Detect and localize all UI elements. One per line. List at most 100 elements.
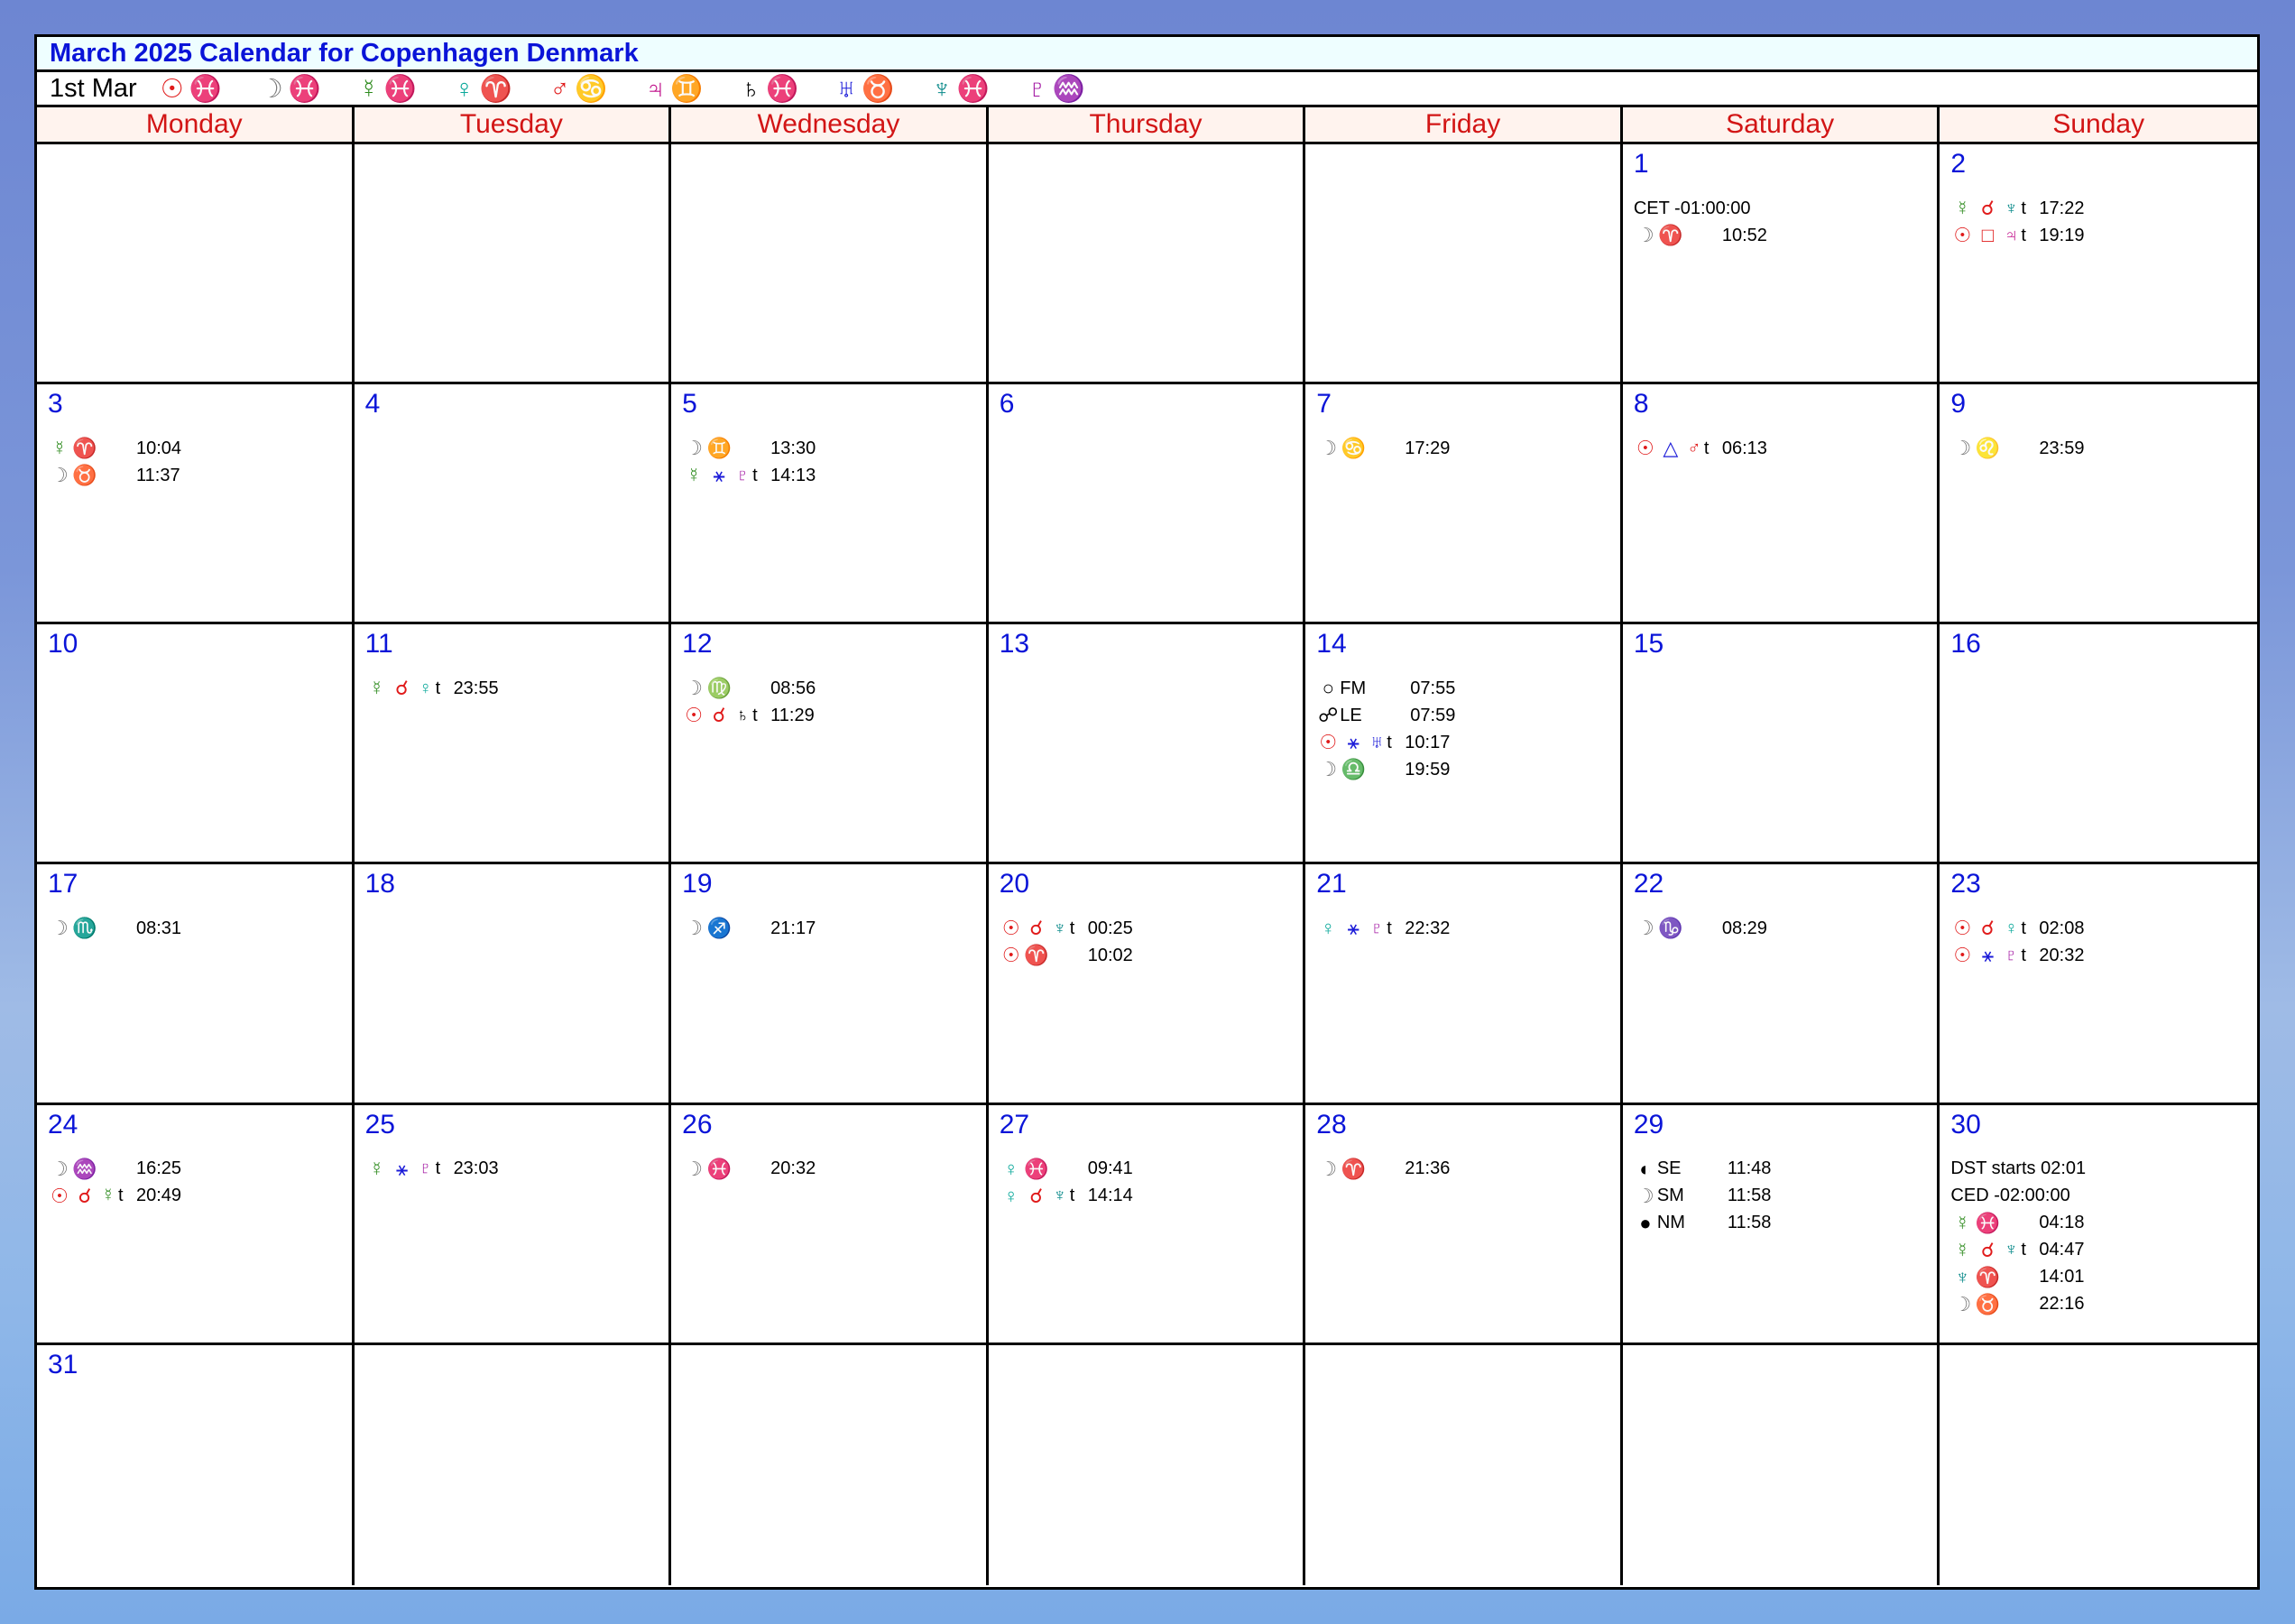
- day-cell-28[interactable]: 28 ☽ ♈ 21:36: [1305, 1104, 1623, 1345]
- day-cell-12[interactable]: 12 ☽ ♍ 08:56 ☉ ☌ ♄ t 11:29: [671, 624, 989, 865]
- target-glyph: ♇: [735, 465, 750, 485]
- aspect-glyph: ♋: [1341, 437, 1366, 460]
- day-cell-19[interactable]: 19 ☽ ♐ 21:17: [671, 864, 989, 1105]
- event-time: 08:56: [770, 678, 816, 698]
- body-glyph: ☿: [369, 1157, 384, 1180]
- body-glyph: ♀: [1321, 917, 1336, 940]
- day-number: 1: [1633, 149, 1649, 179]
- day-cell-9[interactable]: 9 ☽ ♌ 23:59: [1940, 384, 2257, 625]
- aspect-glyph: ♏: [72, 917, 97, 940]
- day-cell-31[interactable]: 31: [37, 1344, 355, 1585]
- event-list: ☉ ☌ ♆ t 00:25 ☉ ♈ 10:02: [1000, 915, 1304, 969]
- day-cell-22[interactable]: 22 ☽ ♑ 08:29: [1622, 864, 1940, 1105]
- event-list: ○ FM 07:55 ☍ LE 07:59 ☉ ⚹ ♅ t 10:17 ☽ ♎ 19:59: [1316, 675, 1620, 783]
- weekday-thursday: Thursday: [989, 107, 1306, 142]
- day-cell-10[interactable]: 10: [37, 624, 355, 865]
- weekday-friday: Friday: [1305, 107, 1623, 142]
- planet-position: ♂♋: [549, 74, 613, 104]
- event-text: CED -02:00:00: [1950, 1186, 2070, 1206]
- event-row: ☿ ⚹ ♇ t 14:13: [682, 462, 986, 489]
- planet-position: ♄♓: [741, 74, 805, 104]
- aspect-glyph: ♍: [706, 677, 732, 700]
- day-number: 17: [48, 869, 78, 900]
- target-glyph: ♇: [419, 1158, 433, 1179]
- day-number: 21: [1316, 869, 1347, 900]
- event-list: ☿ ☌ ♀ t 23:55: [365, 675, 669, 702]
- body-glyph: ☿: [1955, 1238, 1970, 1261]
- event-time: 10:02: [1087, 945, 1133, 965]
- planet-positions: ☉♓ ☽♓ ☿♓ ♀♈ ♂♋ ♃♊ ♄♓ ♅♉ ♆♓ ♇♒: [161, 73, 1123, 105]
- day-cell-4[interactable]: 4: [354, 384, 672, 625]
- day-cell-11[interactable]: 11 ☿ ☌ ♀ t 23:55: [354, 624, 672, 865]
- day-cell-27[interactable]: 27 ♀ ♓ 09:41 ♀ ☌ ♆ t 14:14: [988, 1104, 1306, 1345]
- day-number: 6: [999, 389, 1015, 420]
- day-cell-21[interactable]: 21 ♀ ⚹ ♇ t 22:32: [1305, 864, 1623, 1105]
- event-text: CET -01:00:00: [1633, 198, 1751, 218]
- event-time: 08:31: [136, 918, 182, 938]
- day-cell-17[interactable]: 17 ☽ ♏ 08:31: [37, 864, 355, 1105]
- day-cell-25[interactable]: 25 ☿ ⚹ ♇ t 23:03: [354, 1104, 672, 1345]
- day-cell-24[interactable]: 24 ☽ ♒ 16:25 ☉ ☌ ☿ t 20:49: [37, 1104, 355, 1345]
- event-row: ☽ ♐ 21:17: [682, 915, 986, 942]
- event-row: CED -02:00:00: [1950, 1183, 2257, 1210]
- day-number: 16: [1950, 629, 1981, 660]
- aspect-glyph: ☌: [395, 677, 409, 700]
- event-list: ☿ ♈ 10:04 ☽ ♉ 11:37: [48, 435, 352, 489]
- empty-day-cell: [355, 1344, 672, 1585]
- day-cell-14[interactable]: 14 ○ FM 07:55 ☍ LE 07:59 ☉ ⚹ ♅ t 10:17 ☽ ♎ 19:59: [1305, 624, 1623, 865]
- event-time: 11:58: [1727, 1213, 1772, 1233]
- body-glyph: ☉: [1319, 731, 1338, 754]
- day-cell-1[interactable]: 1 CET -01:00:00 ☽ ♈ 10:52: [1622, 144, 1940, 385]
- target-glyph: ♆: [1053, 1186, 1067, 1206]
- event-time: 13:30: [770, 438, 816, 458]
- target-glyph: ♀: [419, 678, 433, 698]
- day-cell-16[interactable]: 16: [1940, 624, 2257, 865]
- day-cell-3[interactable]: 3 ☿ ♈ 10:04 ☽ ♉ 11:37: [37, 384, 355, 625]
- day-cell-7[interactable]: 7 ☽ ♋ 17:29: [1305, 384, 1623, 625]
- day-number: 29: [1633, 1109, 1664, 1140]
- event-row: ☉ ☌ ☿ t 20:49: [48, 1183, 352, 1210]
- body-glyph: ☿: [686, 464, 702, 487]
- aspect-glyph: ⚹: [395, 1157, 409, 1180]
- day-cell-18[interactable]: 18: [354, 864, 672, 1105]
- empty-day-cell: [988, 144, 1306, 385]
- day-cell-8[interactable]: 8 ☉ △ ♂ t 06:13: [1622, 384, 1940, 625]
- aspect-glyph: ♊: [706, 437, 732, 460]
- aspect-glyph: ☌: [1029, 917, 1044, 940]
- day-cell-29[interactable]: 29 ◐ SE 11:48 ☽ SM 11:58 ● NM 11:58: [1622, 1104, 1940, 1345]
- day-cell-30[interactable]: 30 DST starts 02:01 CED -02:00:00 ☿ ♓ 04:18 ☿ ☌…: [1940, 1105, 2257, 1345]
- body-glyph: ◐: [1639, 1157, 1652, 1180]
- event-time: 19:19: [2039, 225, 2085, 245]
- body-glyph: ☽: [1636, 917, 1654, 940]
- day-number: 15: [1633, 629, 1664, 660]
- event-label: NM: [1656, 1213, 1685, 1233]
- target-glyph: ♀: [2004, 918, 2018, 938]
- event-row: ☿ ♈ 10:04: [48, 435, 352, 462]
- day-cell-23[interactable]: 23 ☉ ☌ ♀ t 02:08 ☉ ⚹ ♇ t 20:32: [1940, 864, 2257, 1105]
- event-row: ♆ ♈ 14:01: [1950, 1264, 2257, 1291]
- event-time: 21:17: [770, 918, 816, 938]
- day-cell-26[interactable]: 26 ☽ ♓ 20:32: [671, 1104, 989, 1345]
- day-cell-15[interactable]: 15: [1622, 624, 1940, 865]
- event-list: ☉ △ ♂ t 06:13: [1634, 435, 1938, 462]
- aspect-glyph: ☌: [78, 1184, 92, 1207]
- transit-marker: t: [1069, 1186, 1075, 1206]
- aspect-glyph: ♌: [1975, 437, 2001, 460]
- body-glyph: ☉: [1636, 437, 1654, 460]
- event-time: 00:25: [1087, 918, 1133, 938]
- aspect-glyph: ☌: [1029, 1184, 1044, 1207]
- event-row: ☽ ♏ 08:31: [48, 915, 352, 942]
- day-cell-6[interactable]: 6: [988, 384, 1306, 625]
- day-cell-20[interactable]: 20 ☉ ☌ ♆ t 00:25 ☉ ♈ 10:02: [988, 864, 1306, 1105]
- day-cell-2[interactable]: 2 ☿ ☌ ♆ t 17:22 ☉ □ ♃ t 19:19: [1940, 144, 2257, 385]
- event-row: ♀ ☌ ♆ t 14:14: [1000, 1183, 1304, 1210]
- day-number: 27: [999, 1109, 1030, 1140]
- event-text: DST starts 02:01: [1950, 1158, 2087, 1179]
- day-number: 18: [364, 869, 395, 900]
- day-number: 4: [364, 389, 381, 420]
- body-glyph: ☿: [1955, 197, 1970, 219]
- day-cell-5[interactable]: 5 ☽ ♊ 13:30 ☿ ⚹ ♇ t 14:13: [671, 384, 989, 625]
- aspect-glyph: □: [1981, 224, 1995, 246]
- day-cell-13[interactable]: 13: [988, 624, 1306, 865]
- event-row: ☉ △ ♂ t 06:13: [1634, 435, 1938, 462]
